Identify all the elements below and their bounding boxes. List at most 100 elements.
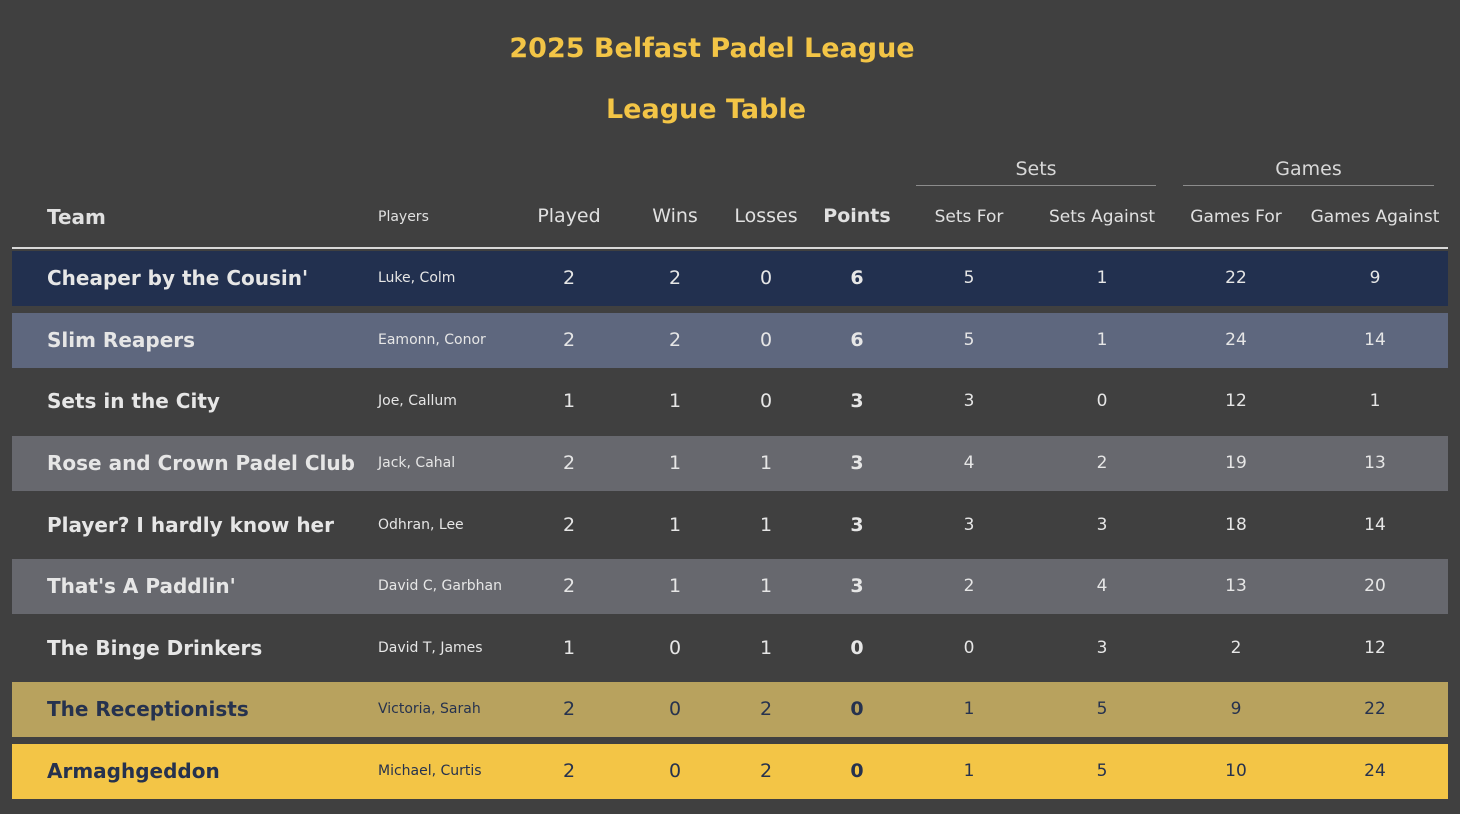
games-for-cell: 13 — [1225, 576, 1247, 596]
table-row: Armaghgeddon Michael, Curtis 2 0 2 0 1 5 10 24 — [12, 744, 1448, 799]
losses-cell: 0 — [759, 267, 773, 289]
points-cell: 3 — [850, 390, 864, 412]
sets-against-cell: 3 — [1096, 638, 1108, 658]
points-cell: 3 — [850, 575, 864, 597]
played-cell: 1 — [562, 390, 576, 412]
players-cell: Eamonn, Conor — [378, 332, 486, 348]
sets-against-cell: 3 — [1096, 515, 1108, 535]
sets-for-cell: 4 — [963, 453, 975, 473]
players-cell: Michael, Curtis — [378, 763, 482, 779]
wins-cell: 2 — [668, 329, 682, 351]
points-cell: 6 — [850, 329, 864, 351]
losses-cell: 1 — [759, 575, 773, 597]
played-cell: 1 — [562, 637, 576, 659]
losses-cell: 1 — [759, 514, 773, 536]
games-for-cell: 24 — [1225, 330, 1247, 350]
header-team: Team — [47, 205, 106, 229]
games-against-cell: 20 — [1364, 576, 1386, 596]
sets-for-cell: 0 — [963, 638, 975, 658]
wins-cell: 1 — [668, 514, 682, 536]
table-row: The Binge Drinkers David T, James 1 0 1 0 0 3 2 1… — [12, 621, 1448, 676]
sets-for-cell: 1 — [963, 761, 975, 781]
losses-cell: 2 — [759, 698, 773, 720]
table-row: Sets in the City Joe, Callum 1 1 0 3 3 0 12 1 — [12, 374, 1448, 429]
team-name-cell: The Binge Drinkers — [47, 636, 263, 660]
sets-against-cell: 0 — [1096, 391, 1108, 411]
played-cell: 2 — [562, 329, 576, 351]
header-sets-for: Sets For — [934, 207, 1004, 227]
sets-for-cell: 3 — [963, 515, 975, 535]
players-cell: Luke, Colm — [378, 270, 456, 286]
games-for-cell: 2 — [1230, 638, 1242, 658]
team-name-cell: Slim Reapers — [47, 328, 196, 352]
team-name-cell: The Receptionists — [47, 697, 249, 721]
games-for-cell: 10 — [1225, 761, 1247, 781]
players-cell: Joe, Callum — [378, 393, 457, 409]
sets-for-cell: 1 — [963, 699, 975, 719]
team-name-cell: Player? I hardly know her — [47, 513, 334, 537]
wins-cell: 0 — [668, 637, 682, 659]
points-cell: 0 — [850, 637, 864, 659]
games-against-cell: 1 — [1369, 391, 1381, 411]
header-sets-against: Sets Against — [1048, 207, 1156, 227]
table-row: Cheaper by the Cousin' Luke, Colm 2 2 0 6 5 1 22… — [12, 251, 1448, 306]
points-cell: 0 — [850, 760, 864, 782]
games-for-cell: 19 — [1225, 453, 1247, 473]
team-name-cell: Sets in the City — [47, 389, 220, 413]
header-players: Players — [378, 209, 429, 225]
games-against-cell: 12 — [1364, 638, 1386, 658]
games-against-cell: 14 — [1364, 515, 1386, 535]
games-for-cell: 12 — [1225, 391, 1247, 411]
losses-cell: 2 — [759, 760, 773, 782]
losses-cell: 1 — [759, 452, 773, 474]
played-cell: 2 — [562, 452, 576, 474]
table-row: Player? I hardly know her Odhran, Lee 2 1 1 3… — [12, 498, 1448, 553]
losses-cell: 1 — [759, 637, 773, 659]
table-row: The Receptionists Victoria, Sarah 2 0 2 0 1 5 9 2… — [12, 682, 1448, 737]
players-cell: Odhran, Lee — [378, 517, 464, 533]
table-row: Rose and Crown Padel Club Jack, Cahal 2 1 1 3… — [12, 436, 1448, 491]
team-name-cell: That's A Paddlin' — [47, 574, 236, 598]
sets-against-cell: 1 — [1096, 268, 1108, 288]
sets-against-cell: 1 — [1096, 330, 1108, 350]
sets-for-cell: 2 — [963, 576, 975, 596]
team-name-cell: Rose and Crown Padel Club — [47, 451, 355, 475]
games-for-cell: 22 — [1225, 268, 1247, 288]
wins-cell: 1 — [668, 575, 682, 597]
played-cell: 2 — [562, 267, 576, 289]
players-cell: David C, Garbhan — [378, 578, 502, 594]
page-title: 2025 Belfast Padel League — [509, 33, 915, 64]
sets-against-cell: 5 — [1096, 699, 1108, 719]
points-cell: 3 — [850, 452, 864, 474]
wins-cell: 1 — [668, 452, 682, 474]
sets-for-cell: 5 — [963, 330, 975, 350]
played-cell: 2 — [562, 514, 576, 536]
points-cell: 3 — [850, 514, 864, 536]
sets-against-cell: 4 — [1096, 576, 1108, 596]
players-cell: Victoria, Sarah — [378, 701, 481, 717]
games-against-cell: 9 — [1369, 268, 1381, 288]
sets-against-cell: 2 — [1096, 453, 1108, 473]
wins-cell: 1 — [668, 390, 682, 412]
players-cell: Jack, Cahal — [378, 455, 456, 471]
sets-for-cell: 5 — [963, 268, 975, 288]
games-against-cell: 22 — [1364, 699, 1386, 719]
losses-cell: 0 — [759, 329, 773, 351]
header-losses: Losses — [734, 205, 798, 227]
wins-cell: 0 — [668, 698, 682, 720]
sets-against-cell: 5 — [1096, 761, 1108, 781]
games-against-cell: 13 — [1364, 453, 1386, 473]
header-points: Points — [823, 205, 891, 227]
sets-for-cell: 3 — [963, 391, 975, 411]
points-cell: 0 — [850, 698, 864, 720]
games-against-cell: 14 — [1364, 330, 1386, 350]
header-games-for: Games For — [1190, 207, 1282, 227]
header-games-against: Games Against — [1310, 207, 1440, 227]
team-name-cell: Cheaper by the Cousin' — [47, 266, 309, 290]
played-cell: 2 — [562, 698, 576, 720]
header-divider — [12, 247, 1448, 249]
table-row: That's A Paddlin' David C, Garbhan 2 1 1 3 2 4 1… — [12, 559, 1448, 614]
losses-cell: 0 — [759, 390, 773, 412]
page-subtitle: League Table — [605, 94, 807, 125]
table-row: Slim Reapers Eamonn, Conor 2 2 0 6 5 1 24 14 — [12, 313, 1448, 368]
